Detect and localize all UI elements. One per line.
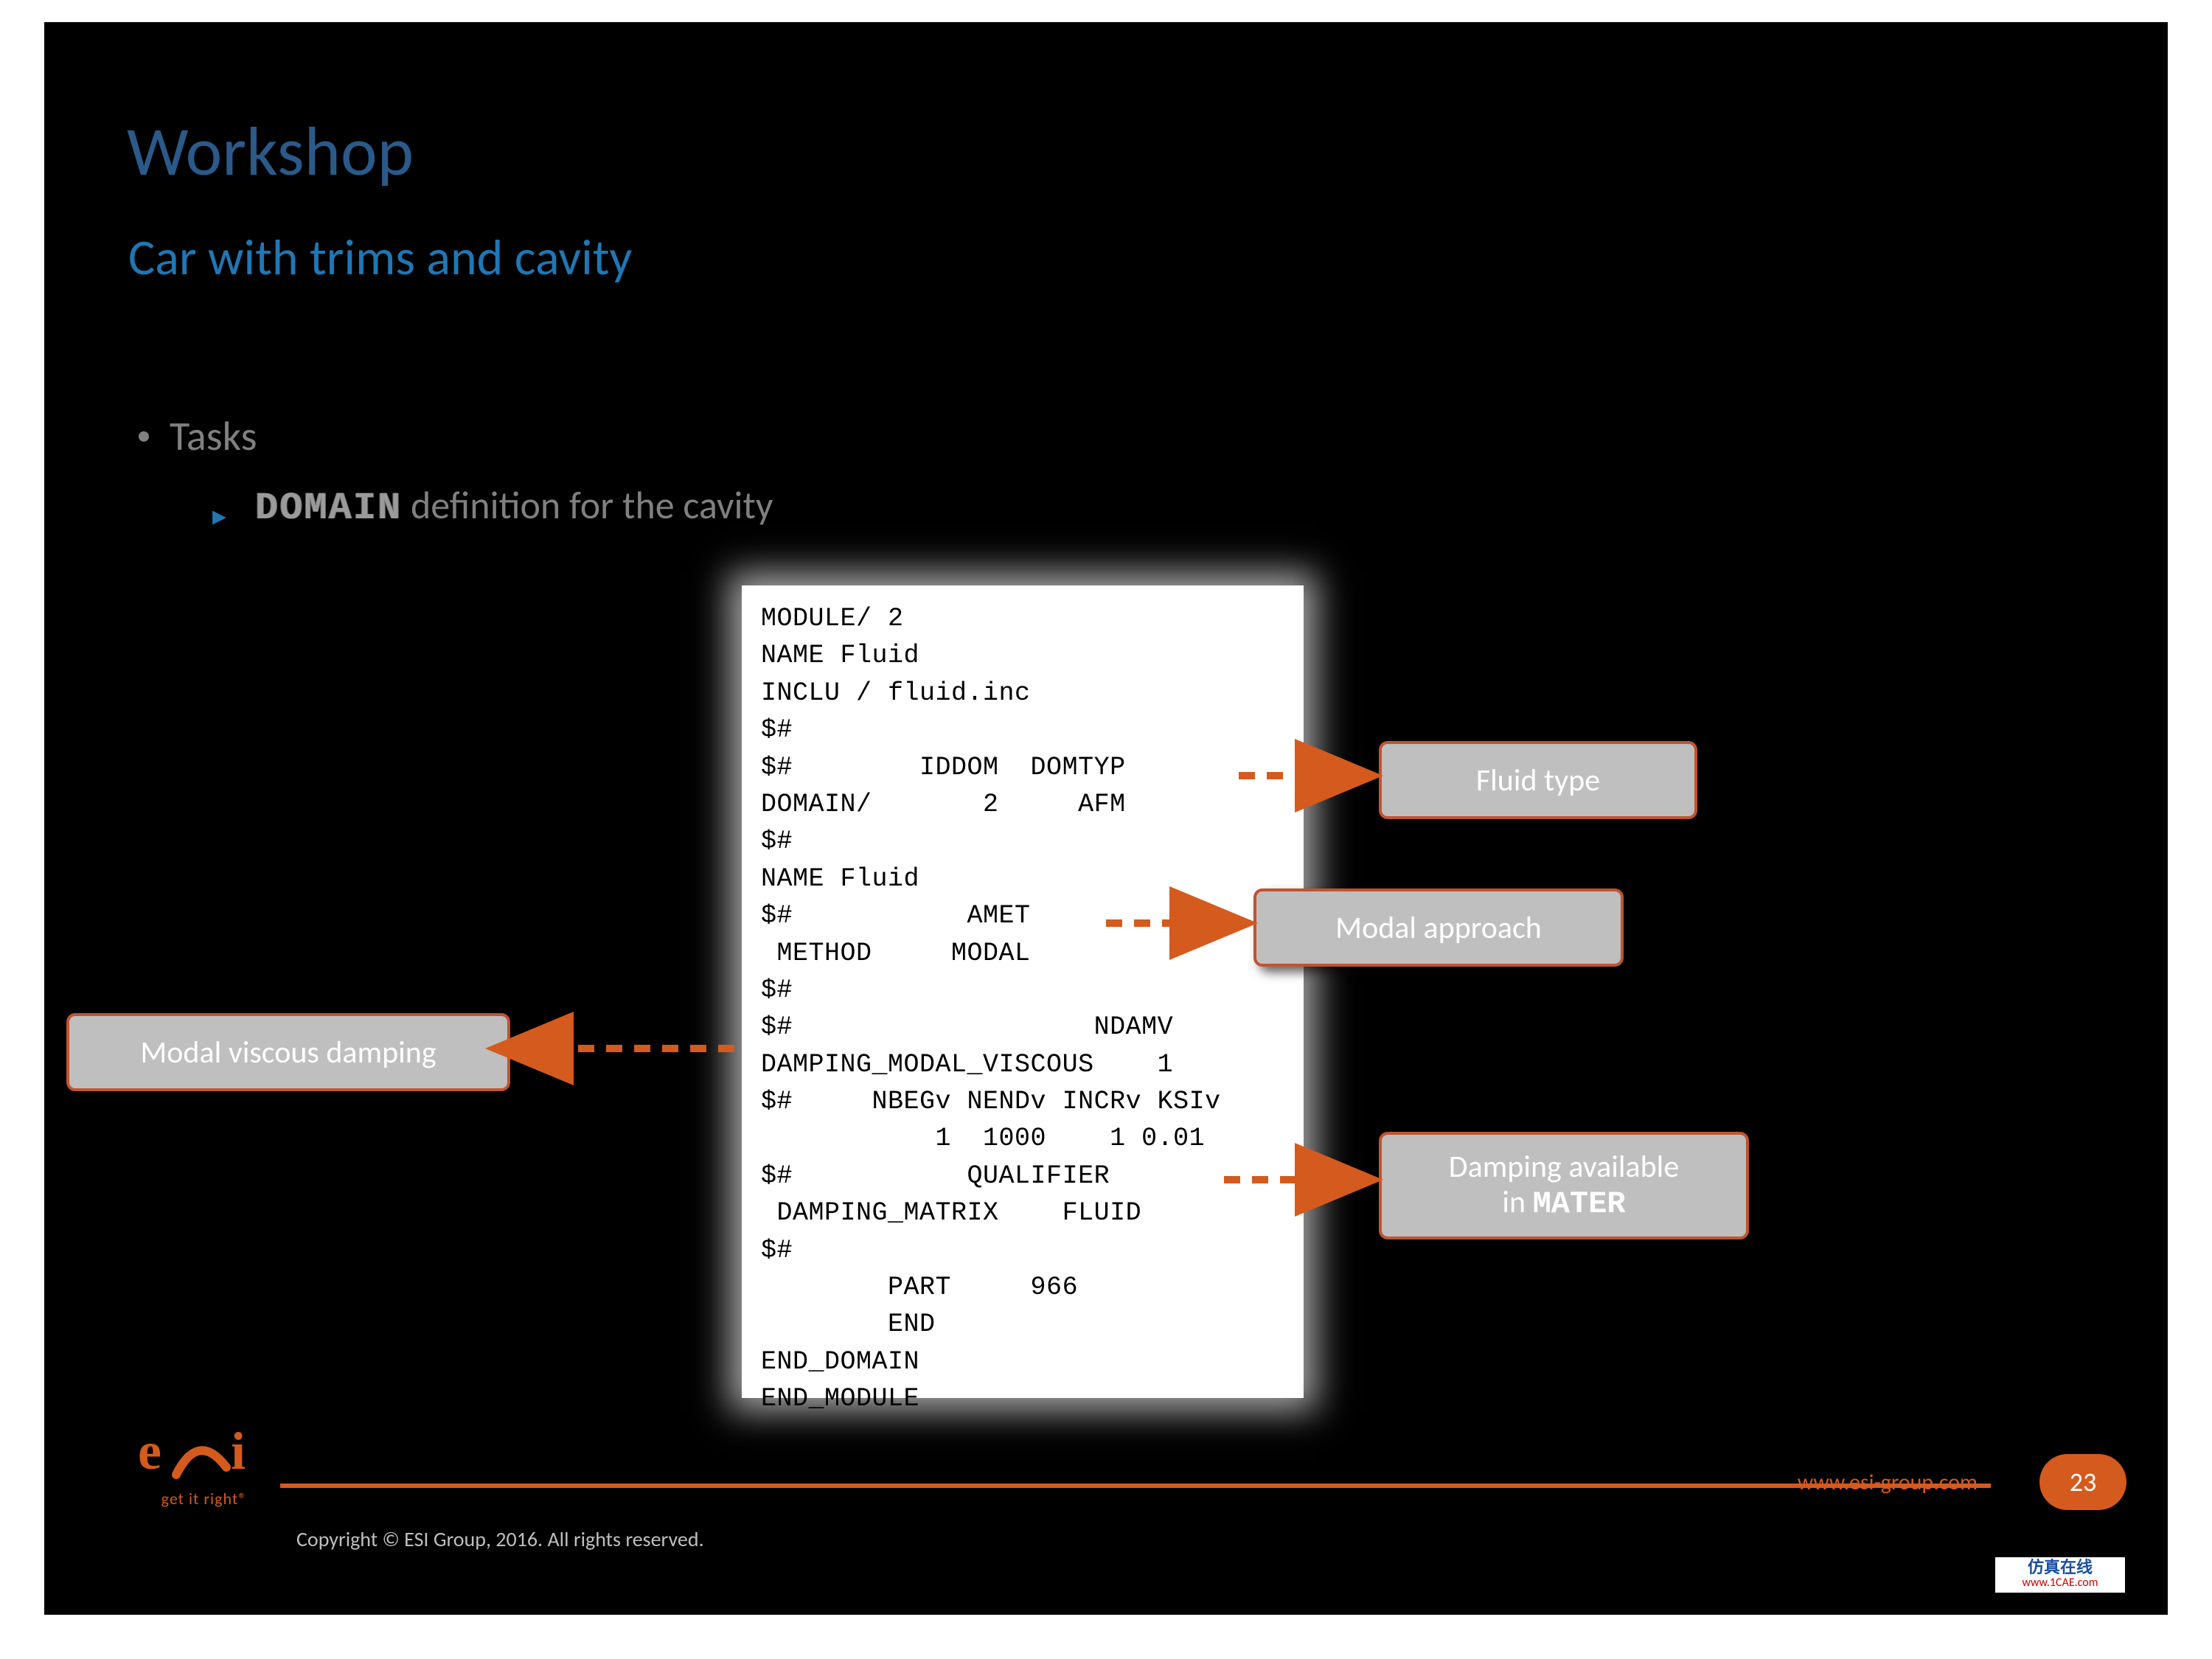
slide-title: Workshop (127, 109, 414, 194)
svg-text:i: i (231, 1423, 246, 1481)
callout-damp-line2: in MATER (1502, 1185, 1625, 1222)
slide-subtitle: Car with trims and cavity (128, 227, 632, 288)
callout-modal-approach: Modal approach (1253, 888, 1624, 967)
callout-mvd-label: Modal viscous damping (140, 1034, 436, 1071)
callout-damping-available: Damping available in MATER (1379, 1132, 1749, 1239)
callout-fluid-label: Fluid type (1476, 762, 1600, 799)
bullet-tasks: Tasks (170, 411, 257, 462)
page-number-badge: 23 (2039, 1454, 2126, 1510)
watermark-url: www.1CAE.com (1995, 1576, 2125, 1590)
code-block: MODULE/ 2 NAME Fluid INCLU / fluid.inc $… (742, 585, 1304, 1433)
watermark-cn: 仿真在线 (1995, 1559, 2125, 1576)
bullet-domain-rest: definition for the cavity (402, 481, 773, 529)
esi-logo: e i get it right® (134, 1423, 274, 1509)
callout-fluid-type: Fluid type (1379, 741, 1697, 819)
bullet-domain-def: DOMAIN definition for the cavity (255, 481, 773, 530)
domain-keyword: DOMAIN (255, 487, 402, 530)
footer-rule (280, 1484, 1991, 1488)
svg-text:e: e (138, 1423, 161, 1481)
esi-logo-svg: e i (138, 1423, 271, 1489)
slide: Workshop Car with trims and cavity Tasks… (44, 22, 2168, 1615)
watermark: 仿真在线 www.1CAE.com (1995, 1557, 2125, 1593)
callout-damp-line1: Damping available (1449, 1150, 1679, 1185)
bullet-dot (139, 431, 149, 442)
callout-modal-label: Modal approach (1335, 909, 1542, 947)
sub-bullet-marker: ▸ (212, 499, 226, 533)
code-panel: MODULE/ 2 NAME Fluid INCLU / fluid.inc $… (742, 585, 1304, 1398)
esi-logo-tag: get it right® (134, 1489, 274, 1509)
callout-modal-viscous-damping: Modal viscous damping (66, 1013, 510, 1091)
copyright-text: Copyright © ESI Group, 2016. All rights … (296, 1526, 704, 1552)
footer-url: www.esi-group.com (1798, 1469, 1978, 1496)
